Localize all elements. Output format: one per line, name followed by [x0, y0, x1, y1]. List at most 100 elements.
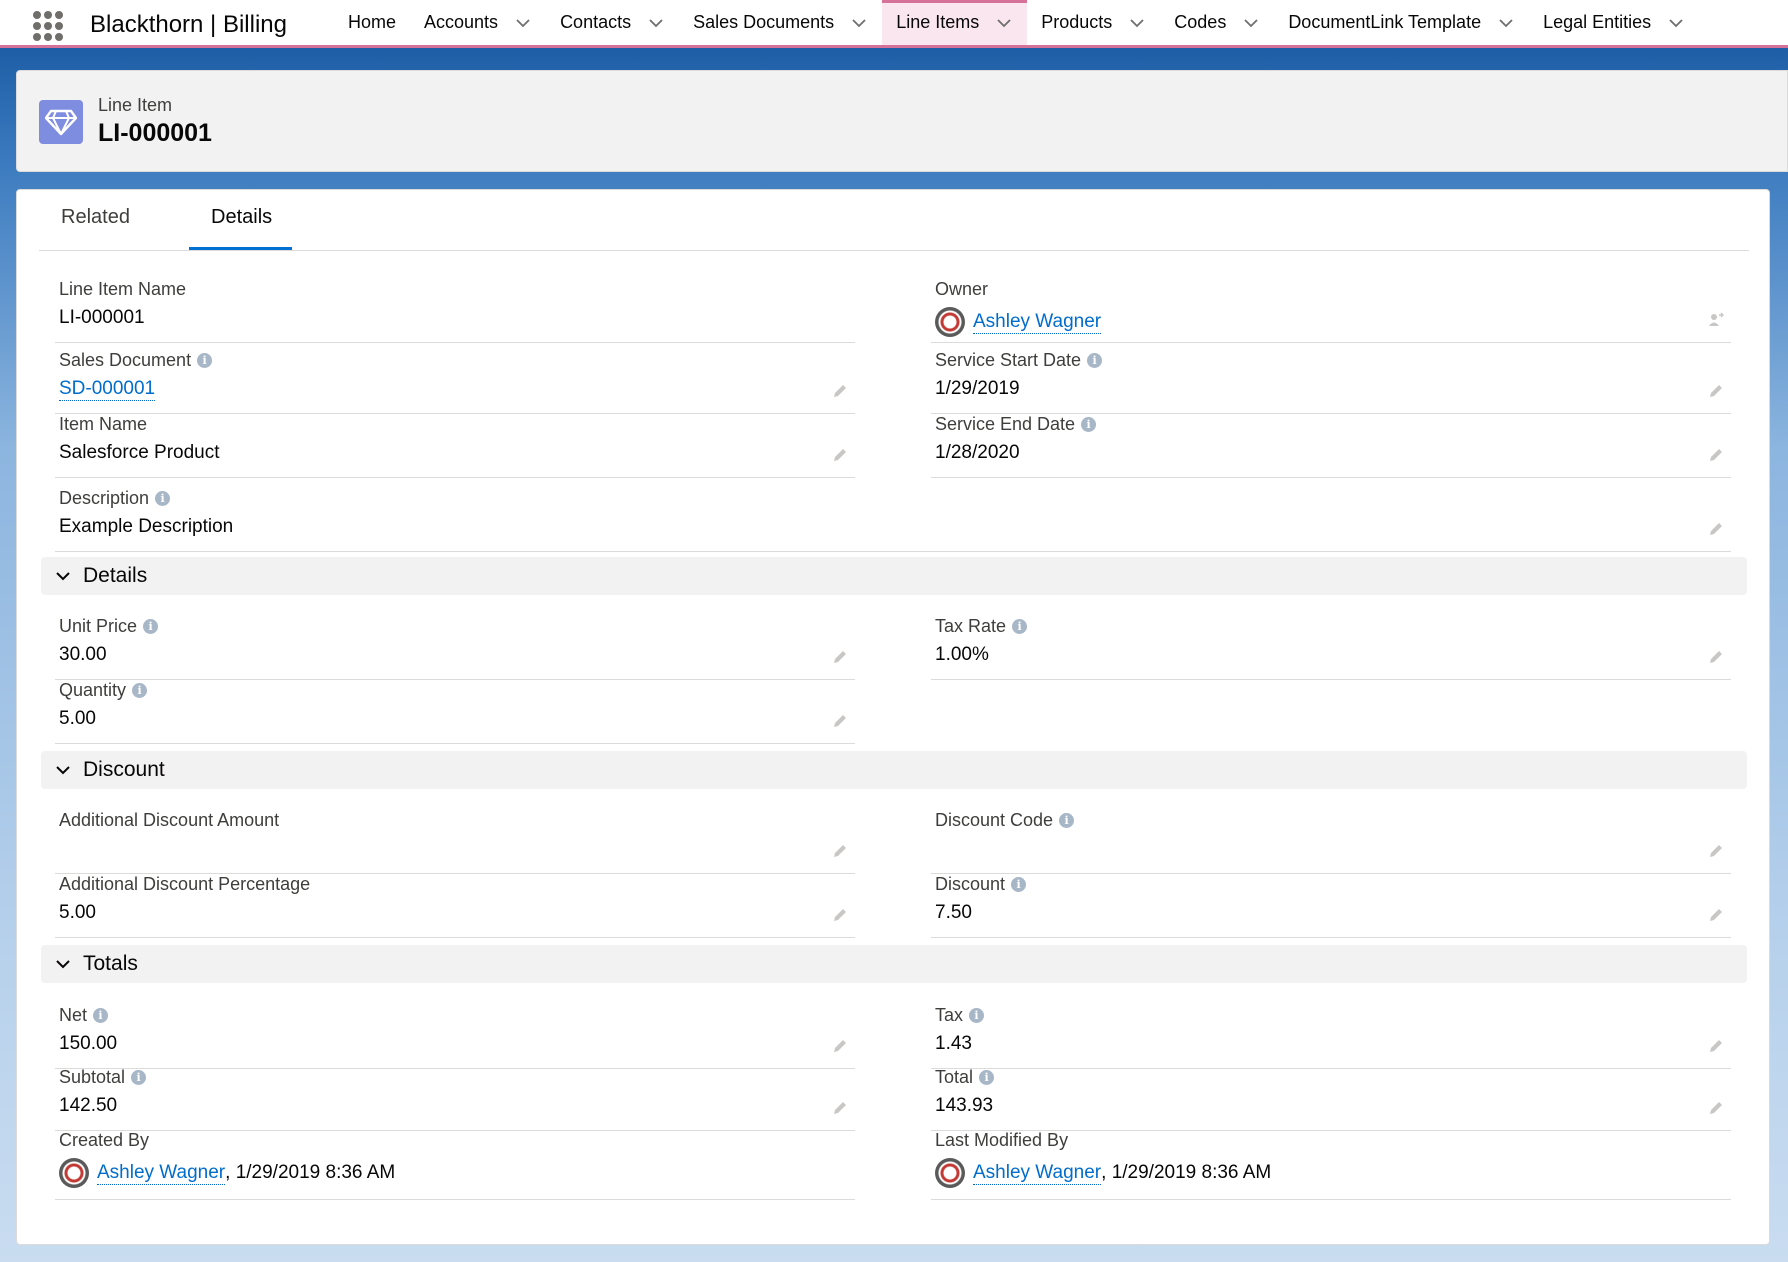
chevron-down-icon[interactable] — [1128, 14, 1146, 32]
info-icon[interactable]: i — [1012, 619, 1028, 634]
info-icon[interactable]: i — [1011, 877, 1027, 892]
nav-item-accounts[interactable]: Accounts — [410, 0, 546, 45]
section-totals-header[interactable]: Totals — [41, 945, 1747, 983]
info-icon[interactable]: i — [1087, 353, 1103, 368]
pencil-icon[interactable] — [1707, 842, 1725, 860]
field-label: Discount i — [935, 874, 1027, 895]
app-name: Blackthorn | Billing — [90, 11, 287, 38]
sales-document-link[interactable]: SD-000001 — [59, 378, 156, 401]
pencil-icon[interactable] — [831, 1099, 849, 1117]
field-label: Total i — [935, 1067, 995, 1088]
field-value: 143.93 — [935, 1095, 994, 1116]
nav-item-label: Line Items — [896, 12, 980, 32]
info-icon[interactable]: i — [155, 491, 171, 506]
field-net: Net i 150.00 — [55, 1005, 855, 1069]
created-by-user-link[interactable]: Ashley Wagner — [97, 1162, 226, 1185]
nav-item-products[interactable]: Products — [1027, 0, 1160, 45]
field-label: Net i — [59, 1005, 109, 1026]
pencil-icon[interactable] — [831, 382, 849, 400]
field-additional-discount-amount: Additional Discount Amount — [55, 810, 855, 874]
pencil-icon[interactable] — [1707, 1037, 1725, 1055]
pencil-icon[interactable] — [1707, 382, 1725, 400]
nav-items: Home Accounts Contacts Sales Documents L… — [334, 0, 1699, 45]
section-title: Totals — [83, 952, 138, 975]
info-icon[interactable]: i — [969, 1008, 985, 1023]
field-additional-discount-percentage: Additional Discount Percentage 5.00 — [55, 874, 855, 938]
field-unit-price: Unit Price i 30.00 — [55, 616, 855, 680]
field-label: Sales Document i — [59, 350, 213, 371]
field-label: Line Item Name — [59, 279, 187, 299]
field-value: Ashley Wagner , 1/29/2019 8:36 AM — [59, 1158, 395, 1188]
nav-item-legal-entities[interactable]: Legal Entities — [1529, 0, 1699, 45]
tab-details[interactable]: Details — [188, 206, 293, 250]
pencil-icon[interactable] — [1707, 1099, 1725, 1117]
nav-item-home[interactable]: Home — [334, 0, 410, 45]
field-total: Total i 143.93 — [931, 1067, 1731, 1131]
pencil-icon[interactable] — [831, 906, 849, 924]
record-header: Line Item LI-000001 — [16, 70, 1788, 172]
avatar[interactable] — [935, 1158, 965, 1188]
field-label: Description i — [59, 488, 171, 509]
pencil-icon[interactable] — [831, 712, 849, 730]
pencil-icon[interactable] — [831, 1037, 849, 1055]
last-modified-by-user-link[interactable]: Ashley Wagner — [973, 1162, 1102, 1185]
owner-link[interactable]: Ashley Wagner — [973, 311, 1102, 334]
nav-item-label: Codes — [1174, 12, 1227, 32]
record-type-label: Line Item — [98, 95, 173, 115]
nav-item-label: Accounts — [424, 12, 499, 32]
nav-item-sales-documents[interactable]: Sales Documents — [679, 0, 882, 45]
pencil-icon[interactable] — [831, 446, 849, 464]
section-details-header[interactable]: Details — [41, 557, 1747, 595]
tab-related[interactable]: Related — [61, 206, 130, 249]
pencil-icon[interactable] — [831, 842, 849, 860]
avatar[interactable] — [59, 1158, 89, 1188]
nav-item-label: Home — [348, 12, 397, 32]
chevron-down-icon[interactable] — [1497, 14, 1515, 32]
field-value: 5.00 — [59, 708, 96, 729]
info-icon[interactable]: i — [93, 1008, 109, 1023]
pencil-icon[interactable] — [831, 648, 849, 666]
diamond-icon — [39, 100, 83, 144]
avatar[interactable] — [935, 307, 965, 337]
chevron-down-icon[interactable] — [850, 14, 868, 32]
info-icon[interactable]: i — [1081, 417, 1097, 432]
chevron-down-icon[interactable] — [647, 14, 665, 32]
nav-item-codes[interactable]: Codes — [1160, 0, 1274, 45]
info-icon[interactable]: i — [1059, 813, 1075, 828]
info-icon[interactable]: i — [131, 1070, 147, 1085]
field-value: 142.50 — [59, 1095, 118, 1116]
chevron-down-icon[interactable] — [1242, 14, 1260, 32]
chevron-down-icon[interactable] — [514, 14, 532, 32]
info-icon[interactable]: i — [132, 683, 148, 698]
nav-item-line-items[interactable]: Line Items — [882, 0, 1028, 45]
info-icon[interactable]: i — [979, 1070, 995, 1085]
field-value: 150.00 — [59, 1033, 118, 1054]
pencil-icon[interactable] — [1707, 520, 1725, 538]
pencil-icon[interactable] — [1707, 648, 1725, 666]
field-discount-code: Discount Code i — [931, 810, 1731, 874]
pencil-icon[interactable] — [1707, 906, 1725, 924]
field-subtotal: Subtotal i 142.50 — [55, 1067, 855, 1131]
field-tax-rate: Tax Rate i 1.00% — [931, 616, 1731, 680]
info-icon[interactable]: i — [197, 353, 213, 368]
app-launcher-icon[interactable] — [33, 11, 63, 41]
pencil-icon[interactable] — [1707, 446, 1725, 464]
field-value: 30.00 — [59, 644, 107, 665]
field-owner: Owner Ashley Wagner — [931, 279, 1731, 343]
info-icon[interactable]: i — [143, 619, 159, 634]
field-label: Additional Discount Percentage — [59, 874, 311, 894]
section-discount-header[interactable]: Discount — [41, 751, 1747, 789]
field-label: Additional Discount Amount — [59, 810, 280, 830]
field-value: 5.00 — [59, 902, 96, 923]
chevron-down-icon — [56, 766, 70, 775]
field-label: Created By — [59, 1130, 150, 1150]
last-modified-by-timestamp: , 1/29/2019 8:36 AM — [1101, 1162, 1272, 1183]
nav-item-documentlink-template[interactable]: DocumentLink Template — [1274, 0, 1529, 45]
field-last-modified-by: Last Modified By Ashley Wagner , 1/29/20… — [931, 1130, 1731, 1200]
field-value: LI-000001 — [59, 307, 145, 328]
section-title: Details — [83, 564, 148, 587]
nav-item-contacts[interactable]: Contacts — [546, 0, 679, 45]
chevron-down-icon[interactable] — [1667, 14, 1685, 32]
chevron-down-icon[interactable] — [995, 14, 1013, 32]
change-owner-icon[interactable] — [1707, 311, 1725, 329]
